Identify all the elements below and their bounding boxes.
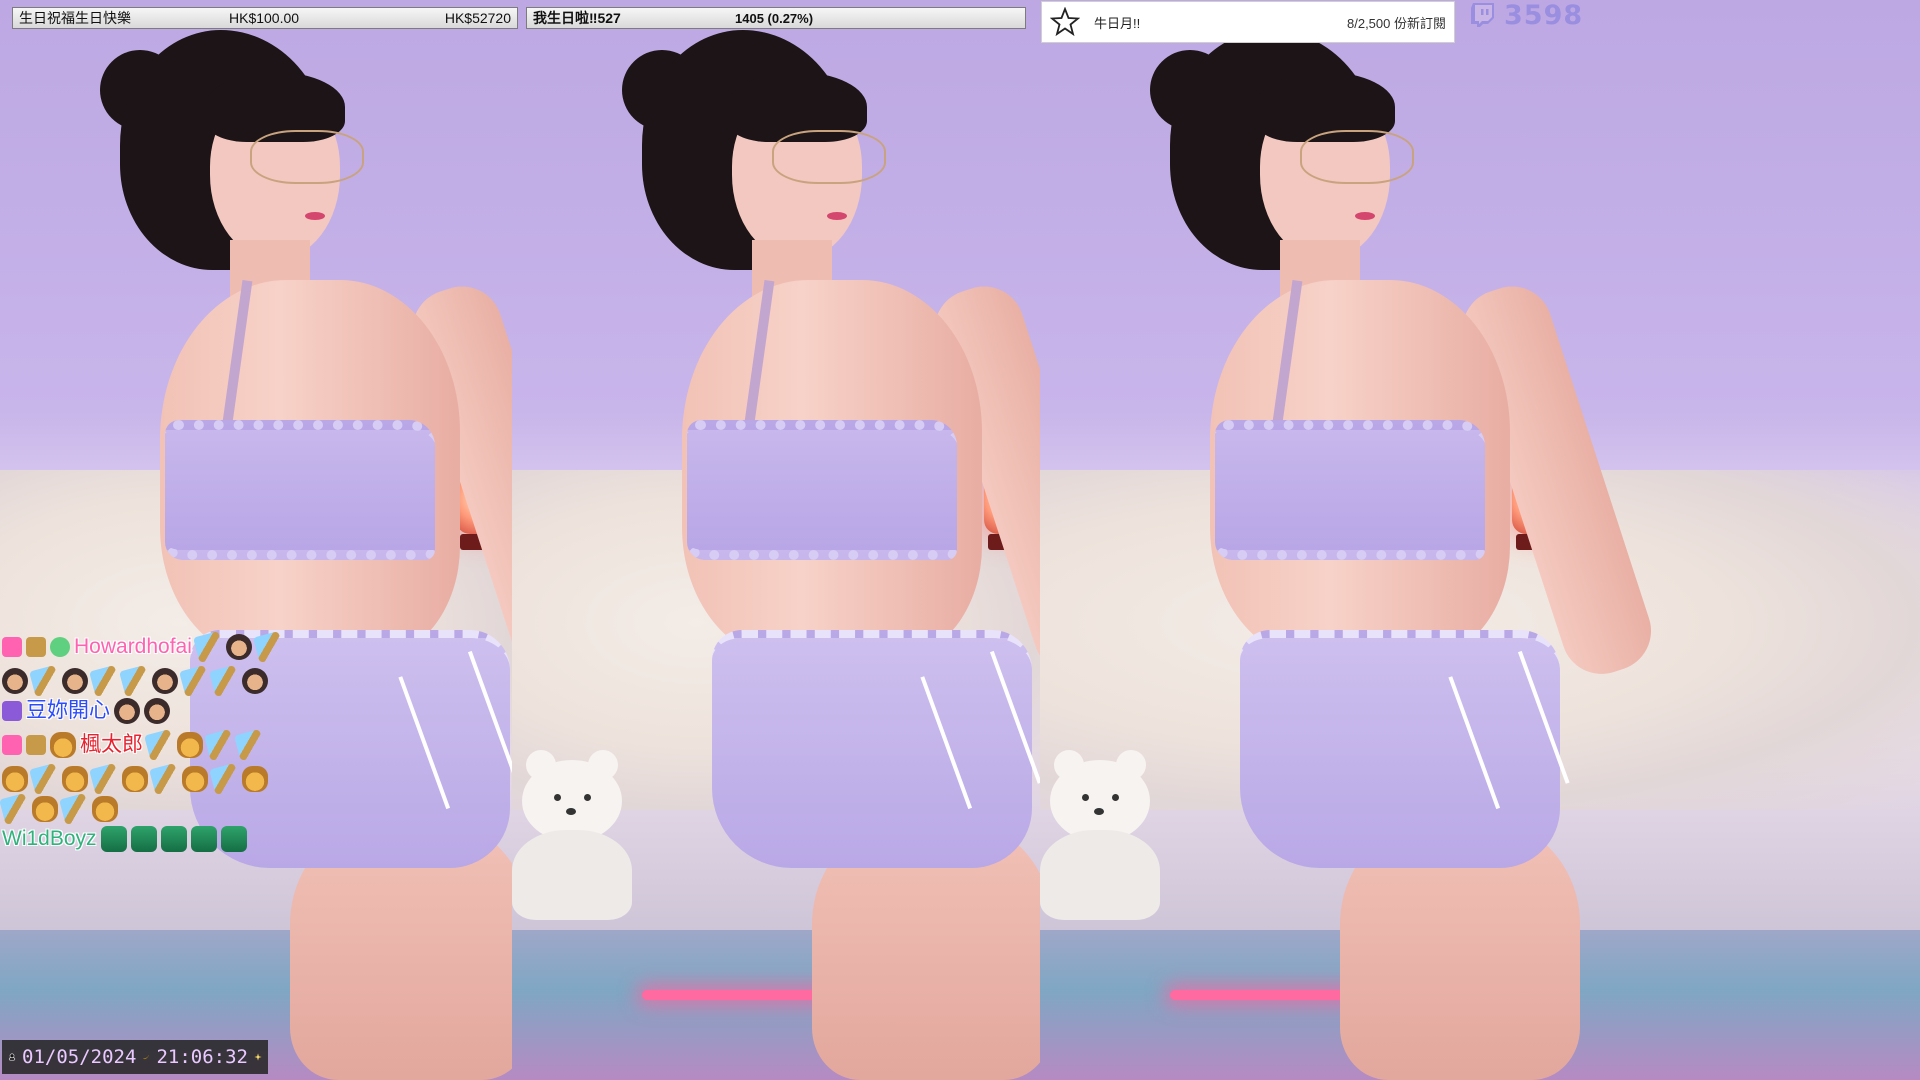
cat-emote-icon — [62, 766, 88, 792]
sword-emote-icon — [119, 665, 151, 697]
green-emote-icon — [100, 826, 127, 852]
stream-time: 21:06:32 — [156, 1046, 248, 1068]
face-emote-icon — [152, 668, 178, 694]
face-emote-icon — [144, 698, 170, 724]
donation-message: 生日祝福生日快樂 — [19, 10, 131, 26]
sword-emote-icon — [144, 729, 176, 761]
donation-bar: 生日祝福生日快樂 HK$100.00 HK$52720 我生日啦‼527 140… — [12, 7, 1026, 29]
banana-icon — [142, 1055, 150, 1060]
sword-emote-icon — [209, 665, 241, 697]
cat-emote-icon — [92, 796, 118, 822]
viewer-count: 3598 — [1504, 0, 1584, 31]
chat-message: Howardhofai — [2, 630, 292, 697]
cat-emote-icon — [177, 732, 203, 758]
sword-emote-icon — [252, 631, 285, 663]
user-icon — [8, 1053, 16, 1061]
chat-message: Wi1dBoyz — [2, 822, 292, 856]
donation-amount: HK$100.00 — [229, 10, 300, 26]
green-emote-icon — [130, 826, 157, 852]
sub-goal-title: 牛日月!! — [1094, 15, 1141, 31]
face-emote-icon — [242, 668, 268, 694]
video-panel-right — [1040, 0, 1920, 1080]
sword-emote-icon — [89, 665, 121, 697]
sword-emote-icon — [149, 763, 181, 795]
subscriber-badge-icon — [2, 637, 22, 657]
cat-emote-icon — [50, 732, 76, 758]
sword-emote-icon — [192, 631, 225, 663]
datetime-bar: 01/05/2024 21:06:32 — [2, 1040, 268, 1074]
emote-badge-icon — [26, 735, 46, 755]
chat-message: 豆妳開心 — [2, 694, 292, 728]
donation-total: HK$52720 — [444, 10, 511, 26]
cat-emote-icon — [2, 766, 28, 792]
face-emote-icon — [225, 634, 252, 660]
green-emote-icon — [160, 826, 187, 852]
sword-emote-icon — [0, 793, 31, 825]
latest-donation-box: 生日祝福生日快樂 HK$100.00 HK$52720 — [12, 7, 518, 29]
sword-emote-icon — [29, 665, 61, 697]
chat-username[interactable]: Howardhofai — [74, 630, 192, 664]
face-emote-icon — [62, 668, 88, 694]
chat-username[interactable]: 豆妳開心 — [26, 694, 110, 728]
sword-emote-icon — [29, 763, 61, 795]
viewer-count-widget: 3598 — [1470, 0, 1584, 31]
green-emote-icon — [220, 826, 247, 852]
sparkle-icon — [254, 1053, 262, 1061]
video-panel-left — [0, 0, 512, 1080]
face-emote-icon — [2, 668, 28, 694]
donation-goal-box: 我生日啦‼527 1405 (0.27%) — [526, 7, 1026, 29]
gift-badge-icon — [50, 637, 70, 657]
sword-emote-icon — [179, 665, 211, 697]
sword-emote-icon — [204, 729, 236, 761]
face-emote-icon — [114, 698, 140, 724]
cat-emote-icon — [122, 766, 148, 792]
chat-username[interactable]: Wi1dBoyz — [2, 822, 97, 856]
sword-emote-icon — [59, 793, 91, 825]
sword-emote-icon — [209, 763, 241, 795]
sword-emote-icon — [234, 729, 266, 761]
sword-emote-icon — [89, 763, 121, 795]
chat-overlay: Howardhofai 豆妳開心 楓太郎 Wi1dBoyz — [0, 630, 292, 856]
chat-message: 楓太郎 — [0, 728, 292, 825]
cat-emote-icon — [242, 766, 268, 792]
donation-goal-title: 我生日啦‼527 — [533, 10, 621, 26]
subscription-goal-widget: 牛日月!! 8/2,500 份新訂閱 — [1041, 1, 1455, 43]
stream-date: 01/05/2024 — [22, 1046, 137, 1068]
cat-emote-icon — [32, 796, 58, 822]
emote-badge-icon — [26, 637, 46, 657]
subscriber-badge-icon — [2, 701, 22, 721]
sub-goal-count: 8/2,500 份新訂閱 — [1347, 15, 1446, 31]
subscriber-badge-icon — [2, 735, 22, 755]
star-outline-icon — [1050, 7, 1080, 37]
donation-goal-progress: 1405 (0.27%) — [735, 10, 814, 26]
twitch-logo-icon — [1471, 3, 1494, 27]
green-emote-icon — [190, 826, 217, 852]
chat-username[interactable]: 楓太郎 — [80, 728, 143, 762]
cat-emote-icon — [182, 766, 208, 792]
video-panel-middle — [512, 0, 1040, 1080]
